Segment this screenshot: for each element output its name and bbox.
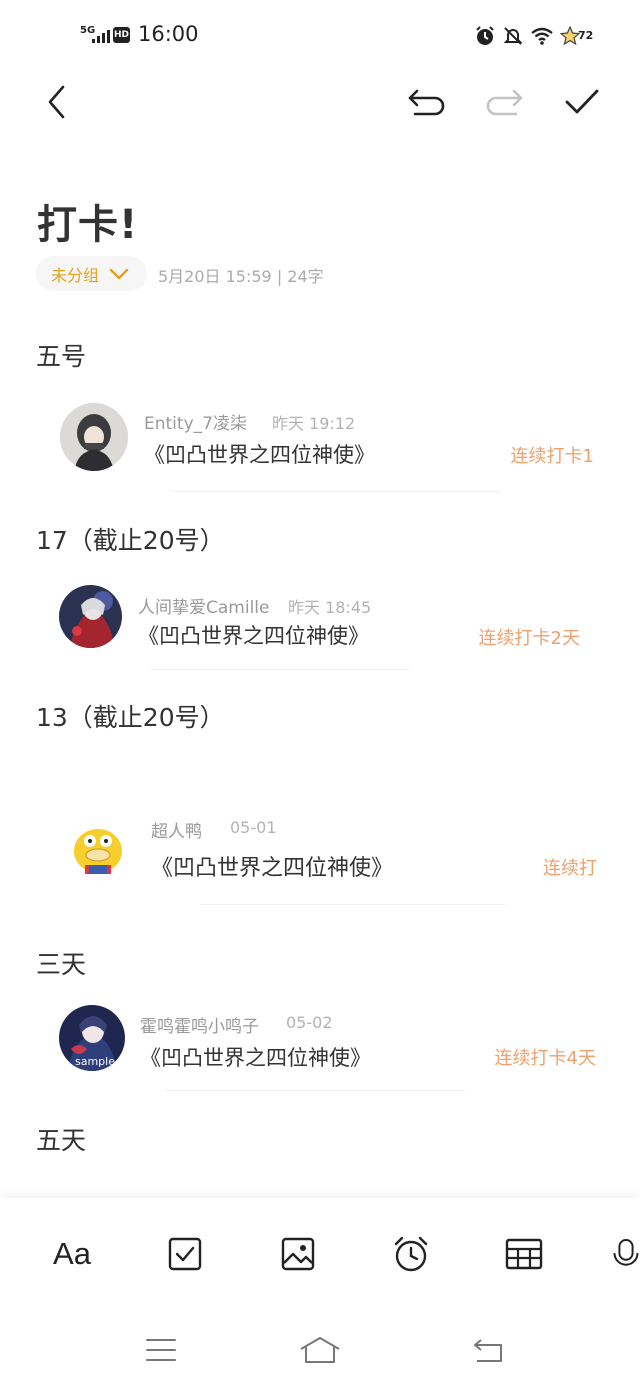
card-divider bbox=[200, 904, 505, 905]
back-icon bbox=[48, 85, 65, 119]
alarm-icon bbox=[394, 1236, 428, 1272]
card-divider bbox=[170, 491, 500, 492]
nav-back-button[interactable] bbox=[463, 1330, 513, 1370]
card-divider bbox=[165, 1090, 465, 1091]
note-title[interactable]: 打卡! bbox=[37, 192, 138, 250]
section-heading[interactable]: 17（截止20号） bbox=[36, 521, 225, 557]
nav-home-button[interactable] bbox=[295, 1330, 345, 1370]
avatar bbox=[67, 817, 130, 880]
done-button[interactable] bbox=[562, 82, 602, 122]
username: 超人鸭 bbox=[151, 822, 202, 842]
book-title: 《凹凸世界之四位神使》 bbox=[140, 1046, 371, 1070]
book-title: 《凹凸世界之四位神使》 bbox=[144, 443, 375, 467]
image-button[interactable] bbox=[274, 1230, 322, 1278]
section-heading[interactable]: 13（截止20号） bbox=[36, 698, 225, 734]
checkin-card[interactable]: 人间挚爱Camille 昨天 18:45 《凹凸世界之四位神使》 连续打卡2天 bbox=[55, 582, 600, 672]
note-meta: 5月20日 15:59 | 24字 bbox=[158, 267, 324, 286]
section-heading[interactable]: 三天 bbox=[36, 945, 86, 981]
check-icon bbox=[565, 89, 599, 114]
font-icon: Aa bbox=[53, 1236, 91, 1271]
post-time: 昨天 18:45 bbox=[288, 598, 372, 617]
avatar-image bbox=[59, 585, 122, 648]
svg-text:sample: sample bbox=[75, 1055, 115, 1068]
username: 霍鸣霍鸣小鸣子 bbox=[140, 1017, 259, 1037]
folder-label: 未分组 bbox=[51, 265, 100, 285]
redo-button[interactable] bbox=[484, 82, 524, 122]
chevron-down-icon bbox=[109, 268, 129, 279]
nav-menu-button[interactable] bbox=[136, 1330, 186, 1370]
voice-button[interactable] bbox=[612, 1230, 640, 1278]
card-divider bbox=[150, 669, 410, 670]
undo-icon bbox=[408, 89, 445, 116]
post-time: 昨天 19:12 bbox=[272, 414, 356, 433]
status-bar: 5G HD 16:00 72 bbox=[0, 0, 640, 70]
folder-selector[interactable]: 未分组 bbox=[36, 256, 147, 291]
undo-button[interactable] bbox=[407, 82, 447, 122]
section-heading[interactable]: 五天 bbox=[36, 1121, 86, 1157]
avatar bbox=[60, 403, 128, 471]
signal-icon bbox=[92, 29, 110, 43]
reminder-button[interactable] bbox=[387, 1230, 435, 1278]
star-icon bbox=[560, 26, 580, 46]
avatar bbox=[59, 585, 122, 648]
table-icon bbox=[505, 1238, 543, 1270]
checkin-card[interactable]: 超人鸭 05-01 《凹凸世界之四位神使》 连续打 bbox=[55, 812, 600, 905]
avatar-image bbox=[60, 403, 128, 471]
redo-icon bbox=[486, 89, 523, 116]
section-heading[interactable]: 五号 bbox=[36, 337, 86, 373]
avatar-image: sample bbox=[59, 1005, 125, 1071]
home-icon bbox=[300, 1337, 340, 1363]
checkin-card[interactable]: sample 霍鸣霍鸣小鸣子 05-02 《凹凸世界之四位神使》 连续打卡4天 bbox=[55, 1003, 600, 1093]
battery-indicator: 72 bbox=[560, 26, 598, 46]
back-nav-icon bbox=[474, 1339, 502, 1362]
image-icon bbox=[281, 1237, 315, 1271]
post-time: 05-01 bbox=[230, 818, 277, 837]
hd-badge: HD bbox=[113, 27, 130, 43]
checkbox-icon bbox=[168, 1237, 202, 1271]
checklist-button[interactable] bbox=[161, 1230, 209, 1278]
book-title: 《凹凸世界之四位神使》 bbox=[151, 856, 394, 881]
streak-label: 连续打卡1 bbox=[510, 446, 594, 467]
post-time: 05-02 bbox=[286, 1013, 333, 1032]
avatar: sample bbox=[59, 1005, 125, 1071]
microphone-icon bbox=[613, 1239, 639, 1266]
streak-label: 连续打卡4天 bbox=[494, 1048, 596, 1069]
wifi-icon bbox=[531, 27, 553, 45]
book-title: 《凹凸世界之四位神使》 bbox=[138, 624, 369, 648]
mute-bell-icon bbox=[503, 27, 523, 45]
checkin-card[interactable]: Entity_7凌柒 昨天 19:12 《凹凸世界之四位神使》 连续打卡1 bbox=[55, 396, 600, 492]
battery-level: 72 bbox=[578, 29, 594, 42]
menu-icon bbox=[146, 1339, 176, 1361]
username: 人间挚爱Camille bbox=[138, 598, 270, 618]
text-format-button[interactable]: Aa bbox=[48, 1230, 96, 1278]
username: Entity_7凌柒 bbox=[144, 414, 247, 434]
table-button[interactable] bbox=[500, 1230, 548, 1278]
avatar-image bbox=[67, 817, 130, 880]
alarm-status-icon bbox=[476, 26, 494, 45]
streak-label: 连续打卡2天 bbox=[478, 628, 580, 649]
streak-label: 连续打 bbox=[543, 858, 597, 879]
clock: 16:00 bbox=[138, 22, 199, 46]
status-icons: 72 bbox=[474, 24, 598, 48]
back-button[interactable] bbox=[37, 82, 77, 122]
